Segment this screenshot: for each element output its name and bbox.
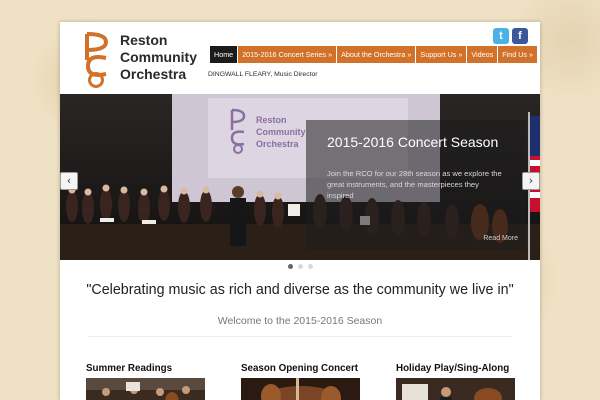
rco-logo-icon[interactable] bbox=[82, 30, 110, 88]
nav-item-find-us[interactable]: Find Us » bbox=[498, 46, 538, 63]
feature-title[interactable]: Season Opening Concert bbox=[241, 363, 366, 374]
site-title[interactable]: Reston Community Orchestra bbox=[120, 32, 210, 83]
slider-dot[interactable] bbox=[297, 264, 303, 269]
page-container: Reston Community Orchestra t f Home 2015… bbox=[60, 22, 540, 400]
nav-item-support[interactable]: Support Us » bbox=[416, 46, 468, 63]
slide-caption: 2015-2016 Concert Season Join the RCO fo… bbox=[306, 120, 526, 250]
site-title-line: Community bbox=[120, 49, 197, 65]
slider-dot[interactable] bbox=[307, 264, 313, 269]
slide-description: Join the RCO for our 28th season as we e… bbox=[327, 169, 502, 200]
nav-item-home[interactable]: Home bbox=[210, 46, 239, 63]
divider bbox=[88, 336, 512, 337]
feature-title[interactable]: Holiday Play/Sing-Along bbox=[396, 363, 521, 374]
facebook-icon[interactable]: f bbox=[512, 28, 528, 44]
main-nav: Home 2015-2016 Concert Series » About th… bbox=[210, 46, 538, 63]
feature-photo[interactable] bbox=[86, 378, 205, 400]
feature-title[interactable]: Summer Readings bbox=[86, 363, 211, 374]
screen-logo-line: Reston bbox=[256, 115, 287, 125]
read-more-link[interactable]: Read More bbox=[483, 235, 518, 242]
site-title-line: Reston bbox=[120, 32, 168, 48]
slider-prev-arrow-icon[interactable]: ‹ bbox=[60, 172, 78, 190]
feature-holiday-play: Holiday Play/Sing-Along bbox=[396, 363, 521, 400]
feature-season-opening: Season Opening Concert bbox=[241, 363, 366, 400]
welcome-text: Welcome to the 2015-2016 Season bbox=[217, 315, 383, 327]
nav-item-concert-series[interactable]: 2015-2016 Concert Series » bbox=[238, 46, 338, 63]
slider-pagination bbox=[60, 264, 540, 269]
music-director: DINGWALL FLEARY, Music Director bbox=[208, 71, 318, 78]
feature-photo[interactable] bbox=[396, 378, 515, 400]
feature-photo[interactable] bbox=[241, 378, 360, 400]
screen-logo-line: Orchestra bbox=[256, 139, 300, 149]
twitter-icon[interactable]: t bbox=[493, 28, 509, 44]
slider-next-arrow-icon[interactable]: › bbox=[522, 172, 540, 190]
screen-logo-line: Community bbox=[256, 127, 306, 137]
slider-dot[interactable] bbox=[287, 264, 293, 269]
social-links: t f bbox=[493, 28, 528, 44]
site-title-line: Orchestra bbox=[120, 66, 187, 82]
nav-item-about[interactable]: About the Orchestra » bbox=[337, 46, 417, 63]
tagline: "Celebrating music as rich and diverse a… bbox=[86, 282, 514, 298]
slide-title[interactable]: 2015-2016 Concert Season bbox=[327, 134, 517, 150]
hero-slider[interactable]: Reston Community Orchestra 2015-2016 Con… bbox=[60, 94, 540, 260]
nav-item-videos[interactable]: Videos bbox=[467, 46, 499, 63]
feature-summer-readings: Summer Readings bbox=[86, 363, 211, 400]
